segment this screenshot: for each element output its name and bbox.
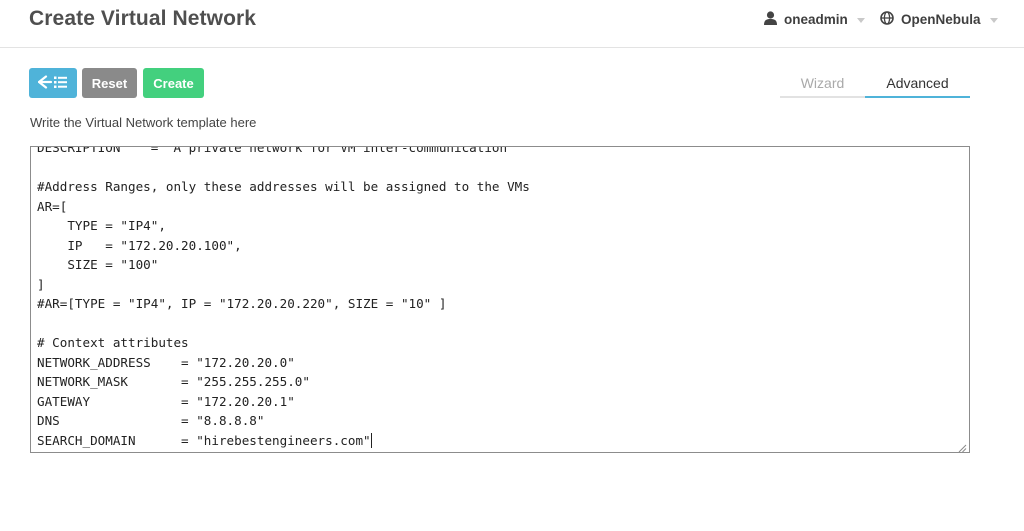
template-textarea[interactable]: DESCRIPTION = "A private network for VM …	[30, 146, 970, 453]
code-line: GATEWAY = "172.20.20.1"	[37, 393, 295, 409]
zone-menu[interactable]: OpenNebula	[880, 10, 998, 28]
code-line: NETWORK_MASK = "255.255.255.0"	[37, 374, 310, 389]
back-button[interactable]	[29, 68, 77, 98]
code-line: SIZE = "100"	[37, 257, 159, 272]
code-line: NETWORK_ADDRESS = "172.20.20.0"	[37, 354, 295, 370]
zone-name: OpenNebula	[901, 11, 981, 27]
code-line: #Address Ranges, only these addresses wi…	[37, 179, 530, 194]
code-line: ]	[37, 276, 45, 292]
user-icon	[764, 10, 777, 28]
tab-wizard[interactable]: Wizard	[780, 70, 865, 98]
code-line: #AR=[TYPE = "IP4", IP = "172.20.20.220",…	[37, 296, 447, 311]
globe-icon	[880, 10, 894, 28]
resize-handle-icon[interactable]	[957, 440, 967, 452]
code-line: AR=[	[37, 198, 68, 214]
create-button[interactable]: Create	[143, 68, 204, 98]
chevron-down-icon	[856, 17, 865, 23]
reset-button[interactable]: Reset	[82, 68, 137, 98]
tab-advanced[interactable]: Advanced	[865, 70, 970, 98]
code-line: TYPE = "IP4",	[37, 218, 166, 233]
code-line: IP = "172.20.20.100",	[37, 237, 242, 253]
template-code: DESCRIPTION = "A private network for VM …	[37, 146, 530, 450]
text-cursor	[370, 432, 372, 448]
code-line: SEARCH_DOMAIN = "hirebestengineers.com"	[37, 432, 371, 448]
code-line: # Context attributes	[37, 335, 189, 350]
user-menu[interactable]: oneadmin	[764, 10, 865, 28]
code-line: DNS = "8.8.8.8"	[37, 413, 265, 428]
chevron-down-icon	[989, 17, 998, 23]
mode-tabs: Wizard Advanced	[780, 70, 970, 98]
back-list-icon	[37, 74, 68, 92]
user-name: oneadmin	[784, 11, 848, 27]
page-title: Create Virtual Network	[29, 7, 257, 30]
header: Create Virtual Network oneadmin OpenNebu…	[0, 0, 1024, 48]
code-line: DESCRIPTION = "A private network for VM …	[37, 146, 515, 155]
editor-instructions: Write the Virtual Network template here	[30, 115, 257, 130]
